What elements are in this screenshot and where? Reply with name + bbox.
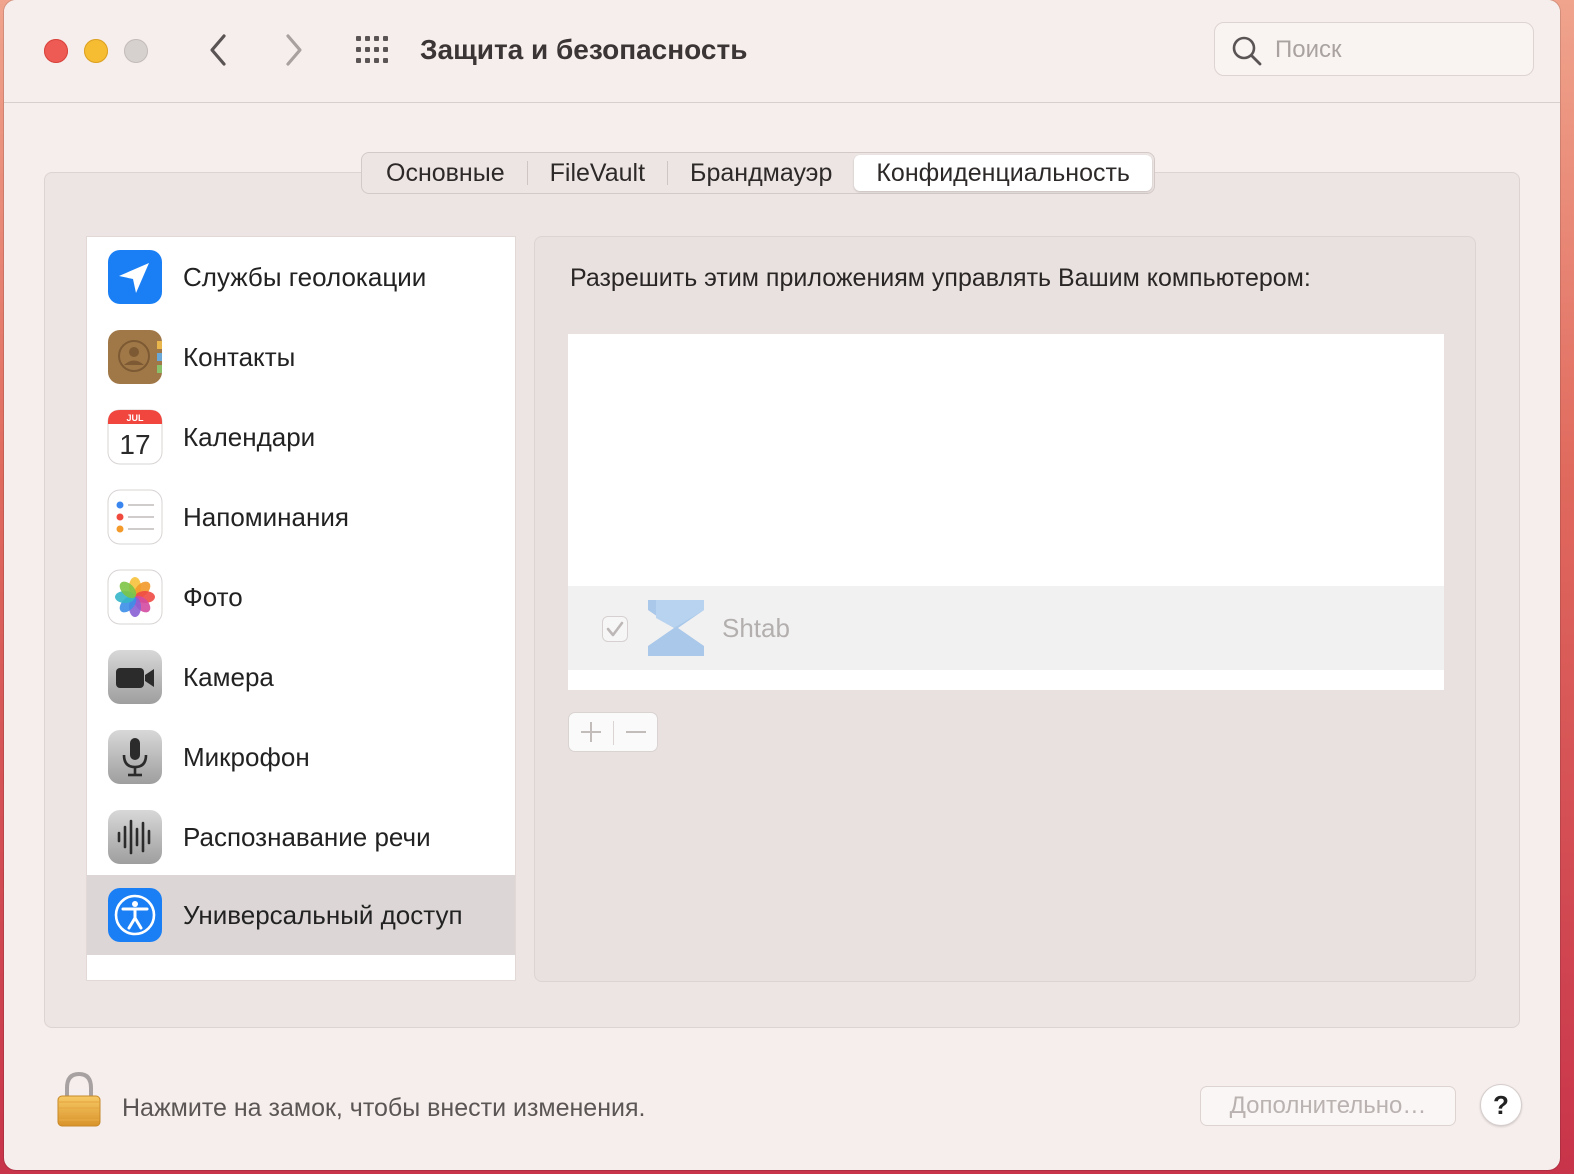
camera-icon xyxy=(108,650,162,704)
checkmark-icon xyxy=(606,621,624,637)
calendar-month-text: JUL xyxy=(126,413,144,423)
calendar-icon: JUL 17 xyxy=(107,409,163,465)
sidebar-item-label: Камера xyxy=(183,662,274,692)
sidebar-item-camera[interactable]: Камера xyxy=(87,637,515,717)
calendar-day-text: 17 xyxy=(119,429,150,460)
panel-heading: Разрешить этим приложениям управлять Ваш… xyxy=(570,264,1311,292)
tab-bar: Основные FileVault Брандмауэр Конфиденци… xyxy=(361,152,1155,194)
remove-app-button[interactable] xyxy=(614,713,658,751)
photos-icon xyxy=(107,569,163,625)
speech-recognition-icon xyxy=(108,810,162,864)
chevron-left-icon xyxy=(210,34,226,66)
sidebar-item-location-services[interactable]: Службы геолокации xyxy=(87,237,515,317)
app-name: Shtab xyxy=(722,613,790,643)
close-window-button[interactable] xyxy=(44,39,68,63)
sidebar-item-label: Фото xyxy=(183,582,243,612)
tab-firewall[interactable]: Брандмауэр xyxy=(668,155,854,191)
sidebar-item-contacts[interactable]: Контакты xyxy=(87,317,515,397)
help-button[interactable]: ? xyxy=(1480,1084,1522,1126)
sidebar-item-calendars[interactable]: JUL 17 Календари xyxy=(87,397,515,477)
accessibility-icon xyxy=(108,888,162,942)
sidebar-item-label: Контакты xyxy=(183,342,296,372)
sidebar-item-photos[interactable]: Фото xyxy=(87,557,515,637)
sidebar-item-label: Службы геолокации xyxy=(183,262,427,292)
app-permission-checkbox[interactable] xyxy=(602,616,628,642)
contacts-icon xyxy=(108,330,162,384)
sidebar-item-speech-recognition[interactable]: Распознавание речи xyxy=(87,797,515,877)
add-app-button[interactable] xyxy=(569,713,613,751)
system-preferences-window: Защита и безопасность Основные FileVault… xyxy=(4,0,1560,1170)
chevron-right-icon xyxy=(286,34,302,66)
lock-hint-text: Нажмите на замок, чтобы внести изменения… xyxy=(122,1094,646,1122)
allowed-apps-list[interactable]: Shtab xyxy=(568,334,1444,690)
sidebar-item-label: Универсальный доступ xyxy=(183,900,463,930)
add-remove-control xyxy=(568,712,658,752)
privacy-category-list: Службы геолокации Контакты JUL 17 Календ… xyxy=(86,236,516,981)
minimize-window-button[interactable] xyxy=(84,39,108,63)
title-bar: Защита и безопасность xyxy=(4,0,1560,103)
search-field[interactable] xyxy=(1214,22,1534,76)
sidebar-item-reminders[interactable]: Напоминания xyxy=(87,477,515,557)
sidebar-item-label: Микрофон xyxy=(183,742,310,772)
sidebar-item-label: Напоминания xyxy=(183,502,349,532)
sidebar-item-microphone[interactable]: Микрофон xyxy=(87,717,515,797)
list-item[interactable]: Shtab xyxy=(568,586,1444,670)
sidebar-item-label: Календари xyxy=(183,422,316,452)
lock-icon[interactable] xyxy=(54,1070,104,1130)
zoom-window-button[interactable] xyxy=(124,39,148,63)
forward-button[interactable] xyxy=(278,30,308,75)
advanced-button[interactable]: Дополнительно… xyxy=(1200,1086,1456,1126)
search-input[interactable] xyxy=(1273,31,1517,69)
search-icon xyxy=(1232,36,1262,66)
show-all-grid-button[interactable] xyxy=(354,34,394,66)
shtab-logo-icon xyxy=(648,600,704,656)
back-button[interactable] xyxy=(204,30,234,75)
sidebar-item-accessibility[interactable]: Универсальный доступ xyxy=(87,875,515,955)
window-title: Защита и безопасность xyxy=(420,34,748,65)
reminders-icon xyxy=(107,489,163,545)
tab-privacy[interactable]: Конфиденциальность xyxy=(854,155,1152,191)
grid-icon xyxy=(356,36,388,63)
tab-filevault[interactable]: FileVault xyxy=(528,155,667,191)
sidebar-item-label: Распознавание речи xyxy=(183,822,431,852)
microphone-icon xyxy=(108,730,162,784)
location-arrow-icon xyxy=(108,250,162,304)
tab-general[interactable]: Основные xyxy=(364,155,527,191)
